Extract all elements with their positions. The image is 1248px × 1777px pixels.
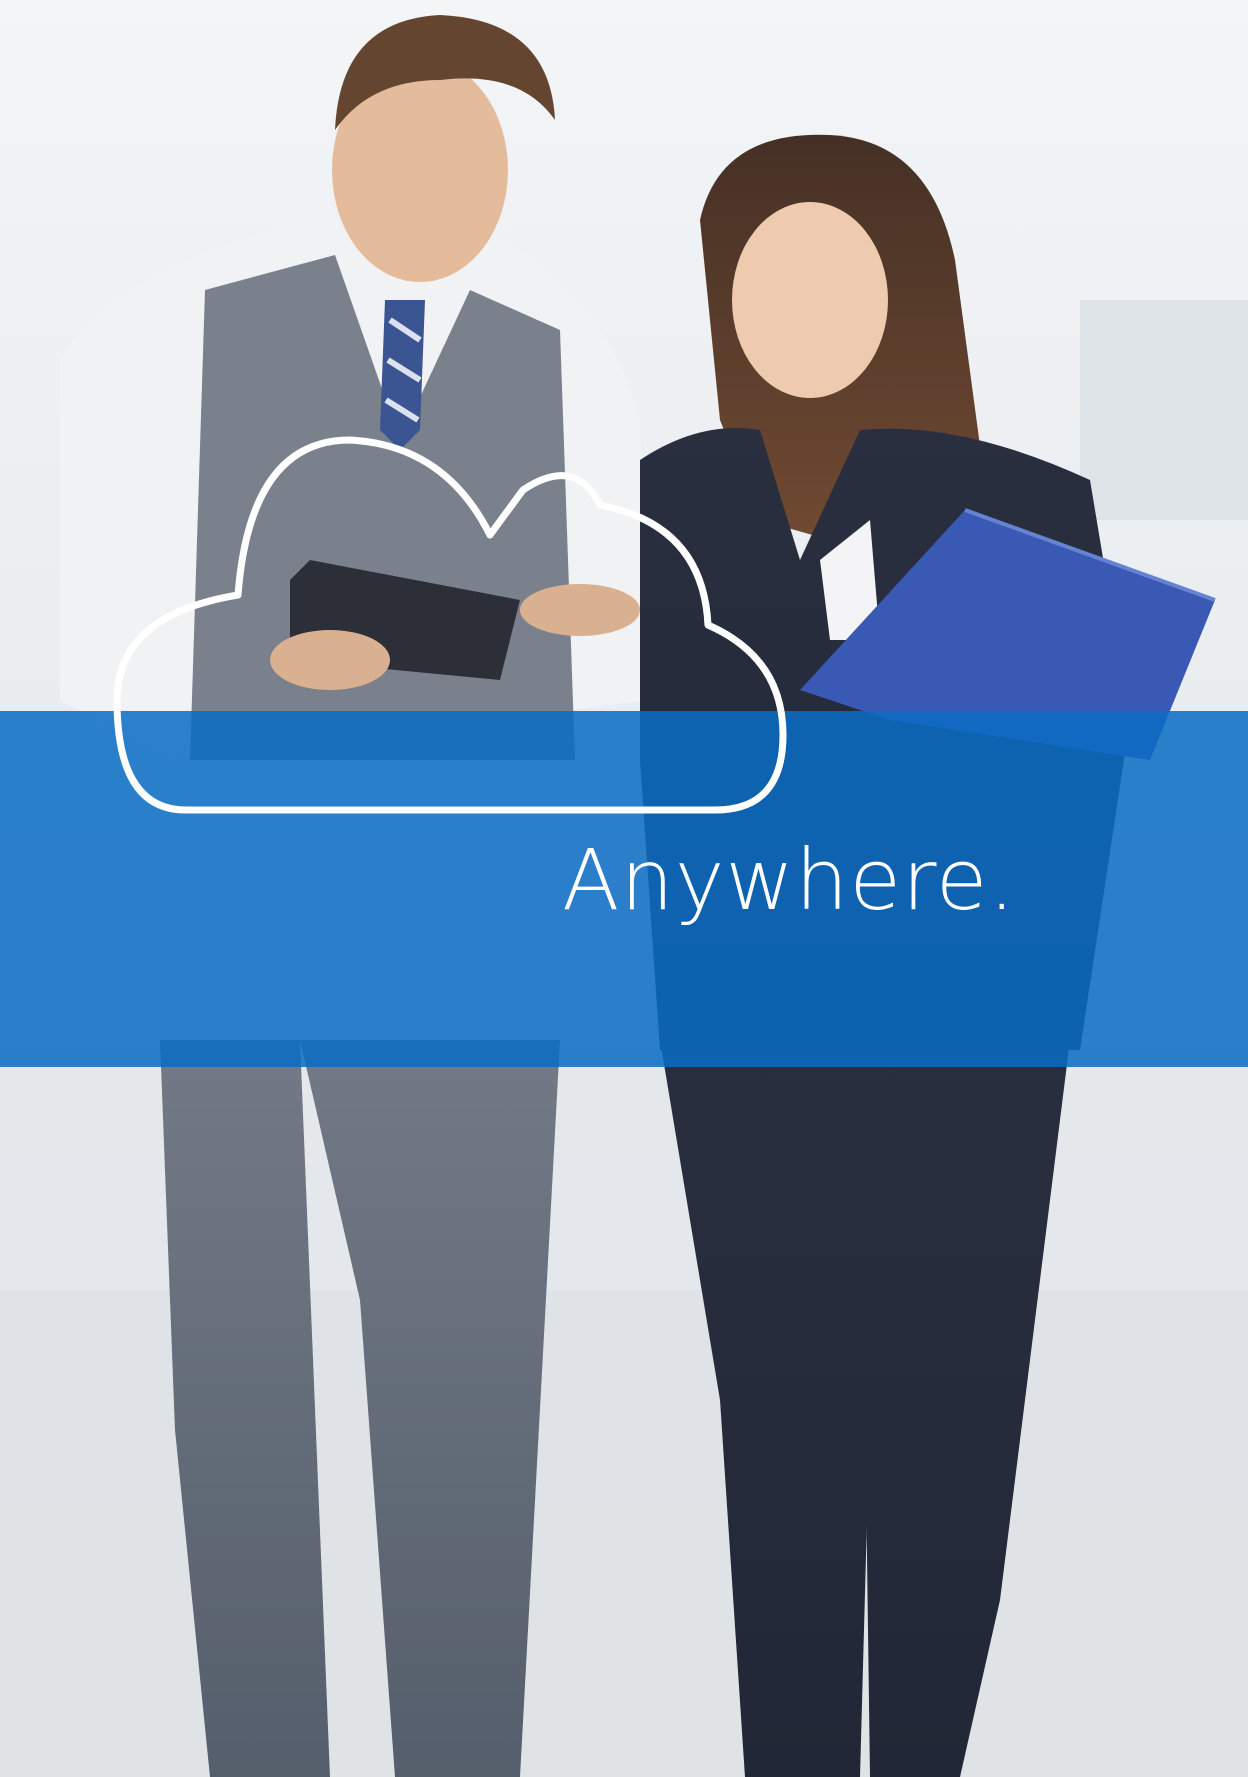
brochure-page: Anywhere.	[0, 0, 1248, 1777]
headline: Anywhere.	[562, 831, 1017, 929]
